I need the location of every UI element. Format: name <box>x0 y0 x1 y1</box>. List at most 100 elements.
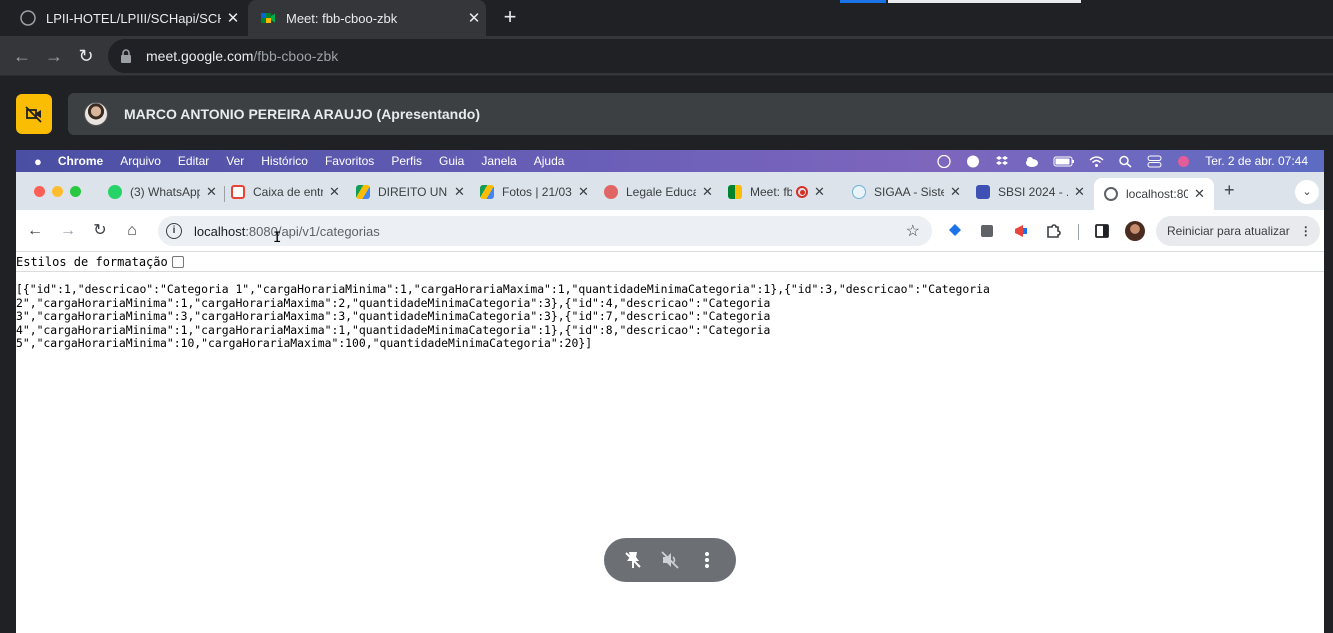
inner-tab-active[interactable]: localhost:8080 ✕ <box>1094 178 1214 210</box>
inner-tab[interactable]: Caixa de entrada ✕ <box>221 178 340 206</box>
back-icon[interactable]: ← <box>24 220 46 242</box>
close-icon[interactable]: ✕ <box>702 184 713 200</box>
outer-tab-meet[interactable]: Meet: fbb-cboo-zbk ✕ <box>248 0 486 36</box>
outer-tab-github[interactable]: LPII-HOTEL/LPIII/SCHapi/SCHapi ✕ <box>0 0 245 36</box>
outer-omnibox[interactable]: meet.google.com/fbb-cboo-zbk <box>108 39 1333 73</box>
close-icon[interactable]: ✕ <box>206 184 217 200</box>
chevron-down-icon[interactable]: ⌄ <box>1295 180 1319 204</box>
inner-tab-label: localhost:8080 <box>1126 187 1188 201</box>
menu-item[interactable]: Guia <box>439 154 464 168</box>
meet-presenter-bar: MARCO ANTONIO PEREIRA ARAUJO (Apresentan… <box>0 77 1333 150</box>
more-vert-icon[interactable] <box>695 548 719 572</box>
menu-item[interactable]: Chrome <box>58 154 103 168</box>
back-icon[interactable]: ← <box>10 44 34 68</box>
inner-tab[interactable]: (3) WhatsApp ✕ <box>98 178 217 206</box>
globe-icon[interactable] <box>937 154 952 168</box>
sbsi-icon <box>976 185 990 199</box>
close-icon[interactable]: ✕ <box>329 184 340 200</box>
dropbox-icon[interactable] <box>995 155 1010 168</box>
wifi-icon[interactable] <box>1089 155 1104 168</box>
inner-tab[interactable]: Legale Educacional ✕ <box>594 178 713 206</box>
inner-tab-label: Caixa de entrada <box>253 185 323 199</box>
presenter-banner: MARCO ANTONIO PEREIRA ARAUJO (Apresentan… <box>68 93 1333 135</box>
top-accent <box>840 0 886 3</box>
close-icon[interactable]: ✕ <box>950 184 961 200</box>
inner-tab-label: Legale Educacional <box>626 185 696 199</box>
sidepanel-icon[interactable] <box>1093 222 1111 240</box>
extension-icon[interactable] <box>978 222 996 240</box>
github-icon <box>20 10 36 26</box>
inner-tab[interactable]: Meet: fbb-cboo-zbk ✕ <box>718 178 825 206</box>
menu-item[interactable]: Favoritos <box>325 154 374 168</box>
url-host: localhost <box>194 223 246 239</box>
meet-icon <box>261 13 275 23</box>
avatar <box>84 102 108 126</box>
json-line: 2","cargaHorariaMinima":1,"cargaHorariaM… <box>16 295 771 310</box>
json-line: 3","cargaHorariaMinima":3,"cargaHorariaM… <box>16 309 771 323</box>
zoom-window-button[interactable] <box>70 186 81 197</box>
close-icon[interactable]: ✕ <box>221 9 245 27</box>
meet-floating-controls <box>604 538 736 582</box>
menu-item[interactable]: Ver <box>226 154 244 168</box>
forward-icon[interactable]: → <box>57 220 79 242</box>
close-icon[interactable]: ✕ <box>1074 184 1085 200</box>
legale-icon <box>604 185 618 199</box>
battery-icon[interactable] <box>1053 155 1075 168</box>
app-icon[interactable] <box>966 155 981 168</box>
camera-off-button[interactable] <box>16 94 52 134</box>
search-icon[interactable] <box>1118 155 1133 168</box>
menu-item[interactable]: Perfis <box>391 154 422 168</box>
pretty-print-label: Estilos de formatação <box>16 255 168 269</box>
inner-tab-label: SIGAA - Sistema <box>874 185 944 199</box>
close-window-button[interactable] <box>34 186 45 197</box>
puzzle-icon[interactable] <box>1044 222 1062 240</box>
reload-icon[interactable]: ↻ <box>74 44 98 68</box>
new-tab-button[interactable]: + <box>498 6 522 30</box>
inner-tab[interactable]: SBSI 2024 - ... ✕ <box>966 178 1085 206</box>
info-icon[interactable]: i <box>166 223 182 239</box>
close-icon[interactable]: ✕ <box>1194 186 1205 202</box>
restart-update-button[interactable]: Reiniciar para atualizar ⋮ <box>1156 216 1320 246</box>
outer-tab-bar: LPII-HOTEL/LPIII/SCHapi/SCHapi ✕ Meet: f… <box>0 0 1333 36</box>
inner-tab[interactable]: Fotos | 21/03 ✕ <box>470 178 589 206</box>
close-icon[interactable]: ✕ <box>462 9 486 27</box>
menu-item[interactable]: Ajuda <box>534 154 565 168</box>
reload-icon[interactable]: ↻ <box>89 220 111 242</box>
close-icon[interactable]: ✕ <box>578 184 589 200</box>
pretty-print-checkbox[interactable] <box>171 256 184 268</box>
drive-icon <box>356 185 370 199</box>
minimize-window-button[interactable] <box>52 186 63 197</box>
toolbar-separator <box>1078 224 1079 240</box>
top-accent <box>888 0 1081 3</box>
lock-icon <box>121 49 131 63</box>
camera-off-icon <box>25 106 42 123</box>
cloud-icon[interactable] <box>1024 155 1039 168</box>
json-line: [{"id":1,"descricao":"Categoria 1","carg… <box>16 282 990 296</box>
menu-item[interactable]: Arquivo <box>120 154 161 168</box>
apple-icon[interactable]: ● <box>34 154 42 169</box>
avatar[interactable] <box>1125 221 1145 241</box>
megaphone-icon[interactable] <box>1012 222 1030 240</box>
menu-item[interactable]: Editar <box>178 154 209 168</box>
inner-tab[interactable]: DIREITO UNI ✕ <box>346 178 465 206</box>
forward-icon[interactable]: → <box>42 44 66 68</box>
menu-item[interactable]: Janela <box>481 154 516 168</box>
meet-icon <box>728 185 742 199</box>
more-vert-icon[interactable]: ⋮ <box>1300 224 1312 238</box>
outer-tab-label: Meet: fbb-cboo-zbk <box>286 10 398 26</box>
new-tab-button[interactable]: + <box>1224 180 1235 201</box>
pin-off-icon[interactable] <box>621 548 645 572</box>
close-icon[interactable]: ✕ <box>454 184 465 200</box>
mute-off-icon[interactable] <box>658 548 682 572</box>
siri-icon[interactable] <box>1176 155 1191 168</box>
json-response: [{"id":1,"descricao":"Categoria 1","carg… <box>16 282 990 351</box>
globe-icon <box>1104 187 1118 201</box>
control-center-icon[interactable] <box>1147 155 1162 168</box>
inner-tab[interactable]: SIGAA - Sistema ✕ <box>842 178 961 206</box>
gmail-icon <box>231 185 245 199</box>
menu-item[interactable]: Histórico <box>261 154 308 168</box>
star-icon[interactable]: ☆ <box>906 221 920 241</box>
extension-icon[interactable] <box>946 222 964 240</box>
home-icon[interactable]: ⌂ <box>121 220 143 242</box>
close-icon[interactable]: ✕ <box>814 184 825 200</box>
